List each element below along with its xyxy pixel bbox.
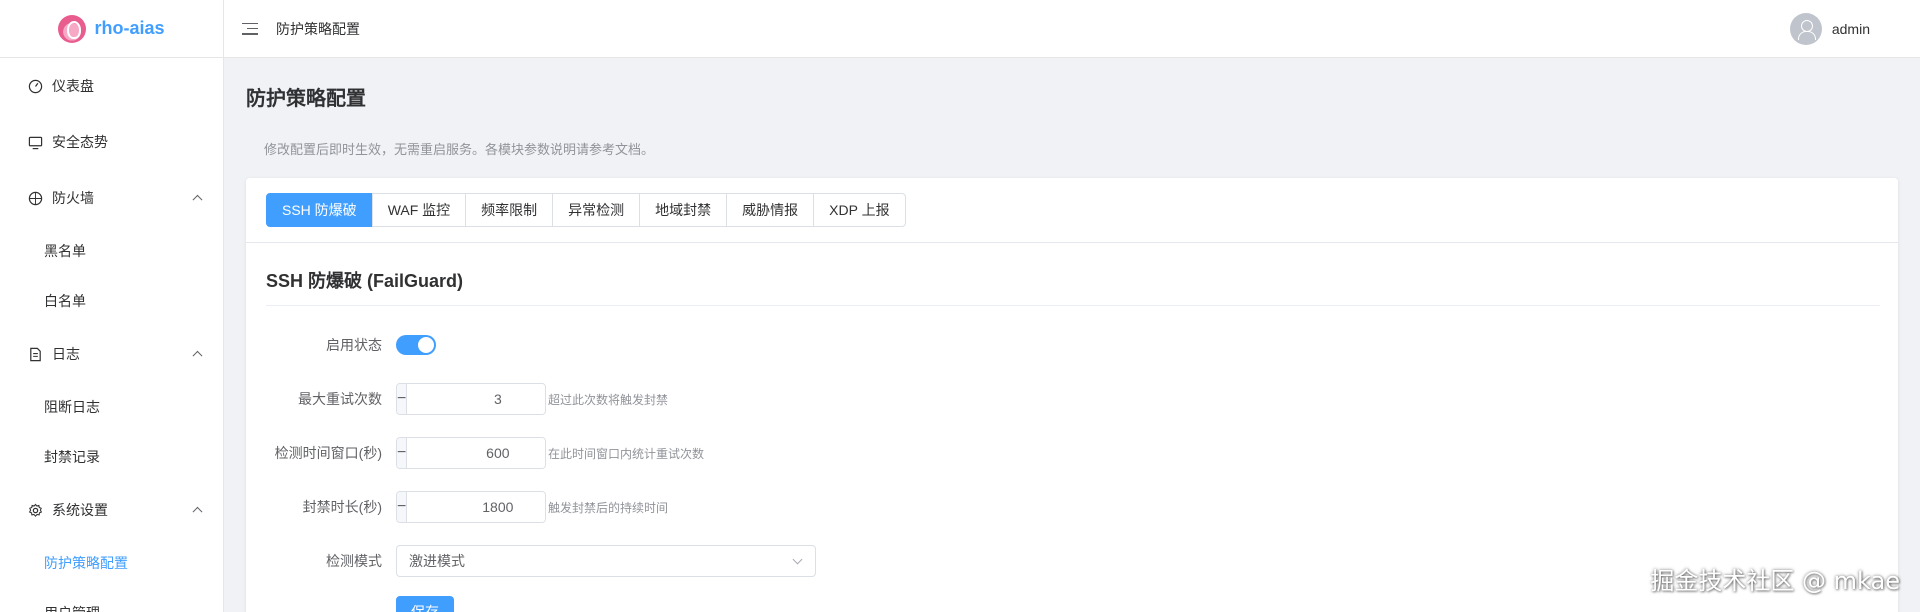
tab-rate-limit[interactable]: 频率限制 <box>465 193 554 227</box>
top-header: 防护策略配置 admin <box>224 0 1920 58</box>
max-retry-hint: 超过此次数将触发封禁 <box>548 392 669 407</box>
form-row-window: 检测时间窗口(秒) − + 在此时间窗口内统计重试次数 <box>246 426 1898 480</box>
sidebar-item-whitelist[interactable]: 白名单 <box>0 276 223 326</box>
gauge-icon <box>26 77 44 95</box>
mode-label: 检测模式 <box>326 553 382 569</box>
sidebar: rho-aias 仪表盘 安全态势 防火墙 黑名单 白名单 日志 阻断日志 封禁… <box>0 0 224 612</box>
tab-ssh-bruteforce[interactable]: SSH 防爆破 <box>266 193 373 227</box>
ban-duration-label: 封禁时长(秒) <box>302 499 382 515</box>
max-retry-input[interactable] <box>407 384 545 414</box>
chevron-down-icon <box>792 554 803 565</box>
max-retry-label: 最大重试次数 <box>298 391 382 407</box>
sidebar-item-system-settings[interactable]: 系统设置 <box>0 482 223 538</box>
window-hint: 在此时间窗口内统计重试次数 <box>548 446 705 461</box>
max-retry-stepper: − + <box>396 383 546 415</box>
sidebar-item-label: 仪表盘 <box>52 78 94 94</box>
decrement-button[interactable]: − <box>397 492 408 522</box>
tab-geo-block[interactable]: 地域封禁 <box>639 193 728 227</box>
menu-toggle-icon[interactable] <box>242 22 258 35</box>
tabs-bar: SSH 防爆破 WAF 监控 频率限制 异常检测 地域封禁 威胁情报 XDP 上… <box>246 178 1898 243</box>
decrement-button[interactable]: − <box>397 438 408 468</box>
sidebar-item-blacklist[interactable]: 黑名单 <box>0 226 223 276</box>
enable-label: 启用状态 <box>326 337 382 353</box>
window-stepper: − + <box>396 437 546 469</box>
chevron-up-icon <box>192 194 203 205</box>
breadcrumb: 防护策略配置 <box>276 20 360 37</box>
window-label: 检测时间窗口(秒) <box>274 445 382 461</box>
sidebar-item-ban-records[interactable]: 封禁记录 <box>0 432 223 482</box>
form-row-ban-duration: 封禁时长(秒) − + 触发封禁后的持续时间 <box>246 480 1898 534</box>
sidebar-item-logs[interactable]: 日志 <box>0 326 223 382</box>
sidebar-item-label: 日志 <box>52 346 80 362</box>
chevron-up-icon <box>192 506 203 517</box>
form-row-max-retry: 最大重试次数 − + 超过此次数将触发封禁 <box>246 372 1898 426</box>
mode-select[interactable]: 激进模式 <box>396 545 816 577</box>
page-description: 修改配置后即时生效，无需重启服务。各模块参数说明请参考文档。 <box>264 142 655 157</box>
logo-icon <box>58 14 87 43</box>
enable-switch[interactable] <box>396 335 436 355</box>
avatar[interactable] <box>1789 12 1822 45</box>
policy-card: SSH 防爆破 WAF 监控 频率限制 异常检测 地域封禁 威胁情报 XDP 上… <box>246 178 1898 612</box>
sidebar-item-label: 系统设置 <box>52 502 108 518</box>
sidebar-item-block-log[interactable]: 阻断日志 <box>0 382 223 432</box>
shield-icon <box>26 189 44 207</box>
sidebar-item-user-management[interactable]: 用户管理 <box>0 588 223 612</box>
ban-duration-stepper: − + <box>396 491 546 523</box>
user-menu[interactable]: admin <box>1789 12 1870 45</box>
tab-xdp-report[interactable]: XDP 上报 <box>813 193 906 227</box>
form-row-enable: 启用状态 <box>246 318 1898 372</box>
sidebar-item-label: 安全态势 <box>52 134 108 150</box>
sidebar-item-security-posture[interactable]: 安全态势 <box>0 114 223 170</box>
tab-waf-monitor[interactable]: WAF 监控 <box>371 193 467 227</box>
tab-threat-intel[interactable]: 威胁情报 <box>726 193 815 227</box>
document-icon <box>26 345 44 363</box>
sidebar-item-dashboard[interactable]: 仪表盘 <box>0 58 223 114</box>
ban-duration-hint: 触发封禁后的持续时间 <box>548 500 669 515</box>
page-title: 防护策略配置 <box>246 88 366 110</box>
gear-icon <box>26 501 44 519</box>
logo[interactable]: rho-aias <box>0 0 223 58</box>
mode-value: 激进模式 <box>409 553 465 569</box>
main-content: 防护策略配置 修改配置后即时生效，无需重启服务。各模块参数说明请参考文档。 SS… <box>224 58 1920 612</box>
ban-duration-input[interactable] <box>407 492 545 522</box>
username[interactable]: admin <box>1832 21 1870 37</box>
app-name: rho-aias <box>94 18 165 38</box>
watermark: 掘金技术社区 @ mkae <box>1650 567 1900 595</box>
save-button[interactable]: 保存 <box>396 596 454 612</box>
decrement-button[interactable]: − <box>397 384 408 414</box>
window-input[interactable] <box>407 438 545 468</box>
monitor-icon <box>26 133 44 151</box>
tab-anomaly-detection[interactable]: 异常检测 <box>552 193 641 227</box>
chevron-up-icon <box>192 350 203 361</box>
sidebar-menu: 仪表盘 安全态势 防火墙 黑名单 白名单 日志 阻断日志 封禁记录 系统设置 防… <box>0 58 223 612</box>
sidebar-item-protection-policy[interactable]: 防护策略配置 <box>0 538 223 588</box>
sidebar-item-label: 防火墙 <box>52 190 94 206</box>
sidebar-item-firewall[interactable]: 防火墙 <box>0 170 223 226</box>
section-title: SSH 防爆破 (FailGuard) <box>266 267 1880 306</box>
